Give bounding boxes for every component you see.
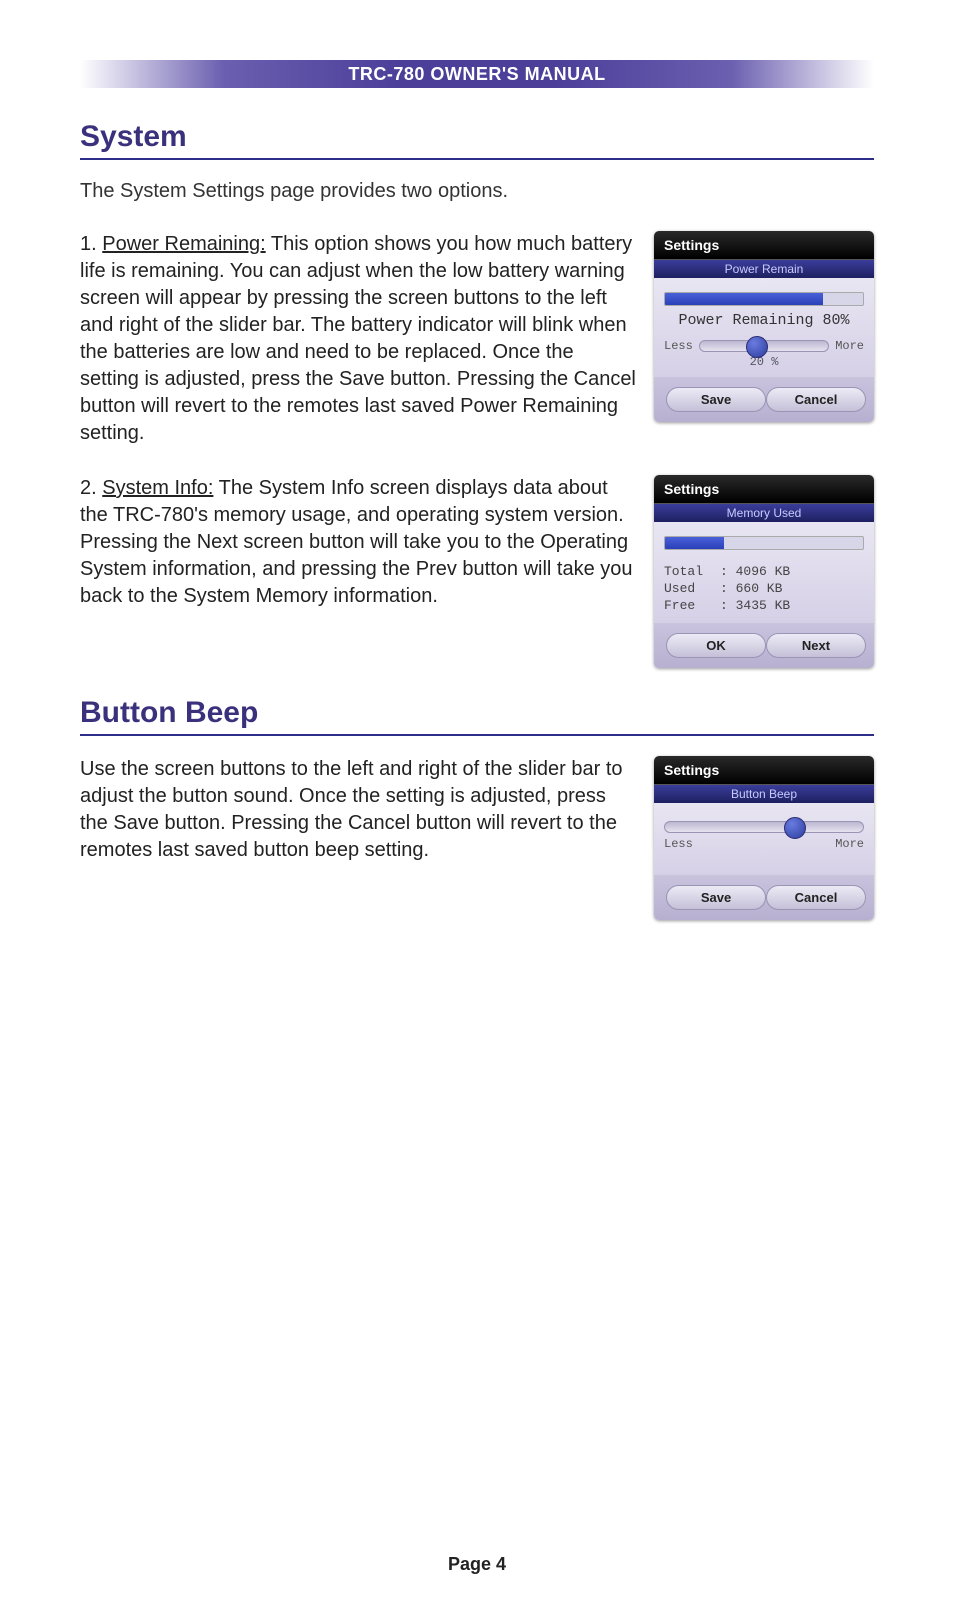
- system-intro: The System Settings page provides two op…: [80, 180, 874, 203]
- memory-used-val: : 660 KB: [720, 581, 782, 596]
- memory-total-key: Total: [664, 564, 720, 579]
- ok-button[interactable]: OK: [666, 633, 766, 658]
- manual-page: TRC-780 OWNER'S MANUAL System The System…: [0, 0, 954, 1615]
- device-footer: Save Cancel: [654, 875, 874, 920]
- memory-free-key: Free: [664, 598, 720, 613]
- device-body: Power Remaining 80% Less More 20 %: [654, 278, 874, 377]
- list-number: 1.: [80, 233, 102, 255]
- memory-total-val: : 4096 KB: [720, 564, 790, 579]
- heading-button-beep: Button Beep: [80, 696, 874, 730]
- threshold-slider[interactable]: [699, 340, 829, 352]
- device-body: Total : 4096 KB Used : 660 KB Free : 343…: [654, 522, 874, 623]
- device-footer: OK Next: [654, 623, 874, 668]
- manual-header-title: TRC-780 OWNER'S MANUAL: [348, 64, 605, 84]
- device-header: Settings: [654, 475, 874, 503]
- page-content: System The System Settings page provides…: [80, 120, 874, 948]
- beep-slider-row: [664, 821, 864, 833]
- cancel-button[interactable]: Cancel: [766, 885, 866, 910]
- slider-less-label: Less: [664, 339, 693, 353]
- figure-memory-used: Settings Memory Used Total : 4096 KB Use…: [654, 475, 874, 668]
- device-footer: Save Cancel: [654, 377, 874, 422]
- manual-header-bar: TRC-780 OWNER'S MANUAL: [80, 60, 874, 88]
- figure-button-beep: Settings Button Beep Less More: [654, 756, 874, 920]
- device-screen: Settings Memory Used Total : 4096 KB Use…: [654, 475, 874, 668]
- beep-item: Use the screen buttons to the left and r…: [80, 756, 874, 920]
- device-screen: Settings Power Remain Power Remaining 80…: [654, 231, 874, 422]
- device-subheader: Power Remain: [654, 259, 874, 278]
- memory-used-row: Used : 660 KB: [664, 581, 864, 596]
- list-number: 2.: [80, 477, 102, 499]
- device-body: Less More: [654, 803, 874, 875]
- device-subheader: Button Beep: [654, 784, 874, 803]
- list-label: System Info:: [102, 477, 213, 499]
- next-button[interactable]: Next: [766, 633, 866, 658]
- memory-free-row: Free : 3435 KB: [664, 598, 864, 613]
- heading-rule: [80, 158, 874, 160]
- power-progress-bar: [664, 292, 864, 306]
- cancel-button[interactable]: Cancel: [766, 387, 866, 412]
- beep-text: Use the screen buttons to the left and r…: [80, 756, 654, 864]
- memory-used-key: Used: [664, 581, 720, 596]
- memory-total-row: Total : 4096 KB: [664, 564, 864, 579]
- slider-more-label: More: [835, 339, 864, 353]
- beep-slider[interactable]: [664, 821, 864, 833]
- device-header: Settings: [654, 231, 874, 259]
- device-screen: Settings Button Beep Less More: [654, 756, 874, 920]
- memory-progress-bar: [664, 536, 864, 550]
- slider-more-label: More: [835, 837, 864, 851]
- system-item-1: 1. Power Remaining: This option shows yo…: [80, 231, 874, 447]
- memory-free-val: : 3435 KB: [720, 598, 790, 613]
- threshold-slider-row: Less More: [664, 339, 864, 353]
- system-item-2: 2. System Info: The System Info screen d…: [80, 475, 874, 668]
- slider-value: 20 %: [664, 355, 864, 369]
- figure-power-remaining: Settings Power Remain Power Remaining 80…: [654, 231, 874, 422]
- page-number: Page 4: [0, 1554, 954, 1575]
- slider-less-label: Less: [664, 837, 693, 851]
- heading-system: System: [80, 120, 874, 154]
- save-button[interactable]: Save: [666, 387, 766, 412]
- heading-rule: [80, 734, 874, 736]
- list-label: Power Remaining:: [102, 233, 265, 255]
- system-item-1-text: 1. Power Remaining: This option shows yo…: [80, 231, 654, 447]
- device-subheader: Memory Used: [654, 503, 874, 522]
- device-header: Settings: [654, 756, 874, 784]
- save-button[interactable]: Save: [666, 885, 766, 910]
- list-body: This option shows you how much battery l…: [80, 233, 636, 444]
- power-remaining-label: Power Remaining 80%: [664, 312, 864, 329]
- system-item-2-text: 2. System Info: The System Info screen d…: [80, 475, 654, 610]
